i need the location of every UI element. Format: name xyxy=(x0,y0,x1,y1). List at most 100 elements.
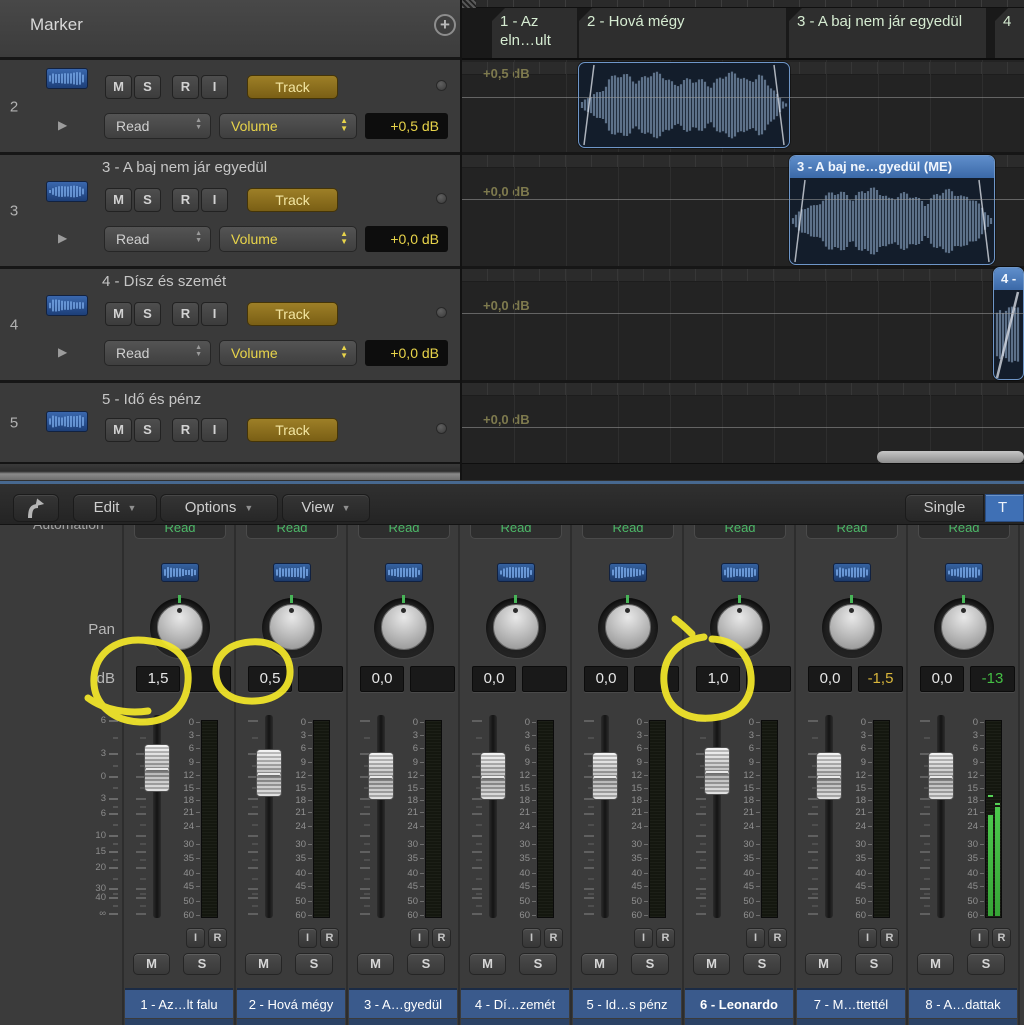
automation-target-button[interactable]: Track xyxy=(247,188,338,212)
solo-button[interactable]: S xyxy=(183,953,221,975)
automation-value-field[interactable]: +0,0 dB xyxy=(365,226,448,252)
track-row[interactable]: 2 M S R I Track ▶ xyxy=(0,62,460,152)
automation-line[interactable] xyxy=(462,313,1024,314)
disclosure-triangle-icon[interactable]: ▶ xyxy=(58,231,67,245)
solo-button[interactable]: S xyxy=(134,302,161,326)
mute-button[interactable]: M xyxy=(133,953,170,975)
menu-button[interactable]: View▼ xyxy=(282,494,370,522)
peak-level-field[interactable]: -1,5 xyxy=(858,666,903,692)
volume-db-field[interactable]: 1,0 xyxy=(696,666,740,692)
peak-level-field[interactable] xyxy=(298,666,343,692)
input-monitor-button[interactable]: I xyxy=(201,418,228,442)
solo-button[interactable]: S xyxy=(134,188,161,212)
fader-track[interactable] xyxy=(489,715,497,918)
input-monitor-button[interactable]: I xyxy=(201,302,228,326)
input-button[interactable]: I xyxy=(970,928,989,948)
fader-track[interactable] xyxy=(825,715,833,918)
solo-button[interactable]: S xyxy=(407,953,445,975)
automation-parameter-dropdown[interactable]: Volume ▲▼ xyxy=(219,113,357,139)
track-row[interactable]: 5 5 - Idő és pénz M S R I Track ▶ xyxy=(0,383,460,462)
menu-button[interactable]: Edit▼ xyxy=(73,494,157,522)
channel-name[interactable]: 8 - A…dattak xyxy=(909,988,1017,1018)
input-button[interactable]: I xyxy=(298,928,317,948)
mute-button[interactable]: M xyxy=(581,953,618,975)
automation-read-button[interactable]: Read xyxy=(358,525,450,539)
disclosure-triangle-icon[interactable]: ▶ xyxy=(58,118,67,132)
peak-level-field[interactable] xyxy=(186,666,231,692)
solo-button[interactable]: S xyxy=(295,953,333,975)
input-button[interactable]: I xyxy=(522,928,541,948)
mute-button[interactable]: M xyxy=(693,953,730,975)
volume-db-field[interactable]: 0,5 xyxy=(248,666,292,692)
record-button[interactable]: R xyxy=(880,928,899,948)
input-button[interactable]: I xyxy=(858,928,877,948)
volume-db-field[interactable]: 0,0 xyxy=(808,666,852,692)
automation-parameter-dropdown[interactable]: Volume ▲▼ xyxy=(219,226,357,252)
peak-level-field[interactable] xyxy=(522,666,567,692)
channel-name[interactable]: 6 - Leonardo xyxy=(685,988,793,1018)
channel-name[interactable]: 3 - A…gyedül xyxy=(349,988,457,1018)
menu-button[interactable]: Options▼ xyxy=(160,494,278,522)
volume-db-field[interactable]: 0,0 xyxy=(584,666,628,692)
peak-level-field[interactable]: -13 xyxy=(970,666,1015,692)
automation-read-button[interactable]: Read xyxy=(694,525,786,539)
channel-name[interactable]: 7 - M…ttettél xyxy=(797,988,905,1018)
track-lane[interactable]: +0,0 dB xyxy=(462,269,1024,380)
volume-db-field[interactable]: 1,5 xyxy=(136,666,180,692)
fader-track[interactable] xyxy=(713,715,721,918)
peak-level-field[interactable] xyxy=(746,666,791,692)
channel-name[interactable]: 4 - Dí…zemét xyxy=(461,988,569,1018)
input-button[interactable]: I xyxy=(746,928,765,948)
marker[interactable]: 1 - Az eln…ult xyxy=(492,8,577,58)
record-enable-button[interactable]: R xyxy=(172,418,199,442)
record-button[interactable]: R xyxy=(320,928,339,948)
solo-button[interactable]: S xyxy=(519,953,557,975)
automation-read-button[interactable]: Read xyxy=(246,525,338,539)
solo-button[interactable]: S xyxy=(631,953,669,975)
mute-button[interactable]: M xyxy=(105,302,132,326)
volume-db-field[interactable]: 0,0 xyxy=(472,666,516,692)
fader-cap[interactable] xyxy=(256,749,282,797)
automation-read-button[interactable]: Read xyxy=(134,525,226,539)
automation-line[interactable] xyxy=(462,97,1024,98)
channel-name[interactable]: 5 - Id…s pénz xyxy=(573,988,681,1018)
audio-region[interactable] xyxy=(578,62,790,148)
marker[interactable]: 4 xyxy=(995,8,1024,58)
automation-read-button[interactable]: Read xyxy=(582,525,674,539)
back-arrow-button[interactable] xyxy=(13,494,59,522)
automation-read-button[interactable]: Read xyxy=(806,525,898,539)
automation-mode-dropdown[interactable]: Read ▲▼ xyxy=(104,226,211,252)
input-monitor-button[interactable]: I xyxy=(201,75,228,99)
track-row[interactable]: 4 4 - Dísz és szemét M S R I Track ▶ xyxy=(0,269,460,380)
fader-track[interactable] xyxy=(937,715,945,918)
automation-value-field[interactable]: +0,0 dB xyxy=(365,340,448,366)
horizontal-scrollbar-thumb[interactable] xyxy=(877,451,1024,463)
automation-mode-dropdown[interactable]: Read ▲▼ xyxy=(104,340,211,366)
solo-button[interactable]: S xyxy=(134,418,161,442)
audio-region[interactable]: 4 - xyxy=(993,267,1024,380)
automation-target-button[interactable]: Track xyxy=(247,302,338,326)
mute-button[interactable]: M xyxy=(105,75,132,99)
solo-button[interactable]: S xyxy=(743,953,781,975)
fader-cap[interactable] xyxy=(816,752,842,800)
fader-track[interactable] xyxy=(601,715,609,918)
fader-track[interactable] xyxy=(377,715,385,918)
automation-line[interactable] xyxy=(462,199,1024,200)
add-marker-button[interactable]: + xyxy=(434,14,456,36)
volume-db-field[interactable]: 0,0 xyxy=(920,666,964,692)
input-button[interactable]: I xyxy=(186,928,205,948)
record-enable-button[interactable]: R xyxy=(172,75,199,99)
fader-cap[interactable] xyxy=(144,744,170,792)
disclosure-triangle-icon[interactable]: ▶ xyxy=(58,345,67,359)
fader-cap[interactable] xyxy=(928,752,954,800)
single-view-button[interactable]: Single xyxy=(905,494,984,522)
input-monitor-button[interactable]: I xyxy=(201,188,228,212)
fader-cap[interactable] xyxy=(368,752,394,800)
automation-target-button[interactable]: Track xyxy=(247,418,338,442)
fader-cap[interactable] xyxy=(480,752,506,800)
marker[interactable]: 3 - A baj nem jár egyedül xyxy=(789,8,986,58)
track-row[interactable]: 3 3 - A baj nem jár egyedül M S R I Trac… xyxy=(0,155,460,266)
automation-mode-dropdown[interactable]: Read ▲▼ xyxy=(104,113,211,139)
record-button[interactable]: R xyxy=(992,928,1011,948)
record-button[interactable]: R xyxy=(768,928,787,948)
